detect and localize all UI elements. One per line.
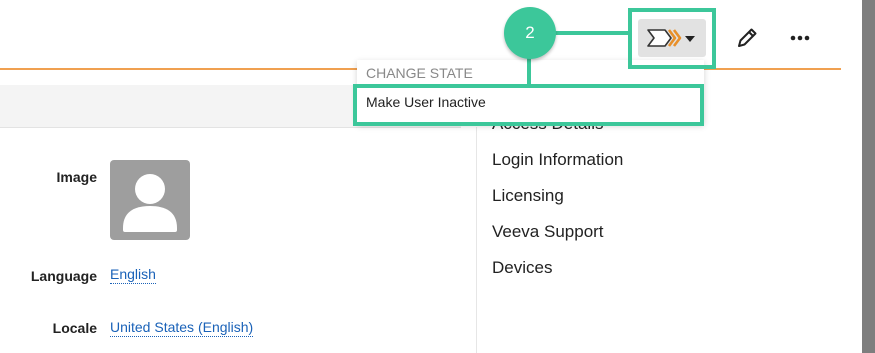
avatar (110, 160, 190, 240)
callout-connector-vertical (527, 58, 531, 85)
callout-highlight-state-button (628, 8, 716, 69)
side-nav-login-information[interactable]: Login Information (492, 150, 623, 170)
side-nav-licensing[interactable]: Licensing (492, 186, 564, 206)
side-nav-devices[interactable]: Devices (492, 258, 552, 278)
image-label: Image (56, 169, 97, 185)
language-link[interactable]: English (110, 266, 156, 284)
scrollbar[interactable] (862, 0, 875, 353)
pencil-icon (738, 28, 757, 47)
column-divider (476, 127, 477, 353)
callout-connector-horizontal (554, 31, 630, 35)
more-dots-icon (790, 35, 810, 41)
locale-link[interactable]: United States (English) (110, 319, 254, 337)
user-silhouette-icon (123, 174, 177, 232)
side-nav-veeva-support[interactable]: Veeva Support (492, 222, 604, 242)
more-actions-button[interactable] (786, 24, 814, 52)
callout-highlight-menu-item (353, 84, 704, 126)
menu-header: CHANGE STATE (366, 65, 473, 81)
locale-label: Locale (52, 320, 97, 336)
step-number-badge: 2 (504, 7, 556, 59)
edit-button[interactable] (733, 24, 761, 52)
language-label: Language (30, 268, 97, 284)
